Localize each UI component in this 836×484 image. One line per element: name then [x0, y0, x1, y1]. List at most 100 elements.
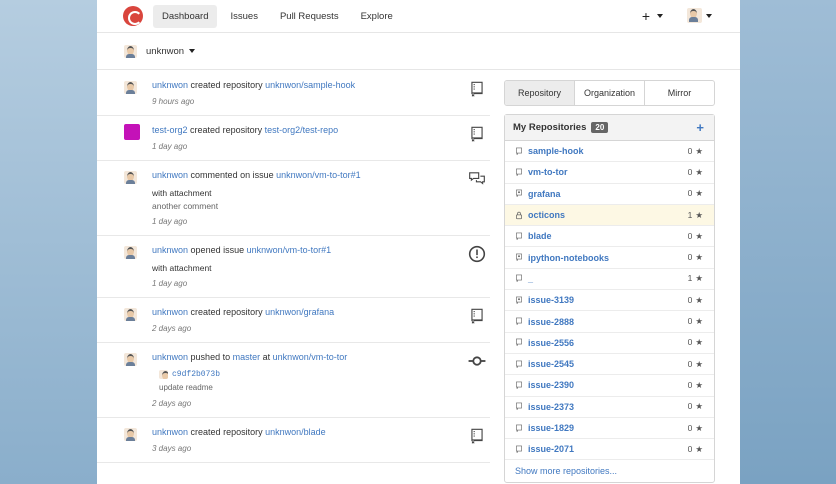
star-count-value: 0 [687, 294, 693, 305]
nav-explore[interactable]: Explore [352, 5, 402, 28]
repo-list: sample-hook 0 ★ vm-to-tor 0 ★ grafana 0 ★ octicon… [505, 141, 714, 461]
repo-star-count: 0 ★ [688, 316, 703, 327]
repo-name-link[interactable]: blade [528, 231, 552, 241]
feed-target-link[interactable]: test-org2/test-repo [265, 125, 339, 135]
feed-target-link[interactable]: unknwon/vm-to-tor#1 [247, 245, 332, 255]
repo-name-link[interactable]: grafana [528, 189, 561, 199]
avatar [687, 8, 702, 23]
feed-branch-link[interactable]: master [233, 352, 261, 362]
desktop-background-left [0, 0, 97, 484]
repo-name-link[interactable]: issue-3139 [528, 295, 574, 305]
feed-item: unknwon created repository unknwon/grafa… [97, 298, 490, 343]
repo-name-link[interactable]: _ [528, 274, 533, 284]
star-icon: ★ [695, 358, 703, 369]
repo-list-item[interactable]: issue-2556 0 ★ [505, 333, 714, 354]
feed-target-link[interactable]: unknwon/grafana [265, 307, 334, 317]
feed-user-link[interactable]: unknwon [152, 245, 188, 255]
repo-name-link[interactable]: issue-2373 [528, 402, 574, 412]
commit-message: update readme [159, 383, 213, 392]
star-icon: ★ [695, 252, 703, 263]
show-more-repos-link[interactable]: Show more repositories... [505, 460, 714, 482]
feed-user-link[interactable]: test-org2 [152, 125, 188, 135]
feed-comment-text: with attachment [152, 188, 212, 198]
create-new-menu[interactable]: + [642, 9, 663, 23]
top-navbar: Dashboard Issues Pull Requests Explore + [97, 0, 740, 33]
feed-item: unknwon opened issue unknwon/vm-to-tor#1… [97, 236, 490, 298]
repo-list-item[interactable]: issue-2545 0 ★ [505, 354, 714, 376]
feed-item: unknwon commented on issue unknwon/vm-to… [97, 161, 490, 236]
repo-list-item[interactable]: issue-1829 0 ★ [505, 418, 714, 440]
repo-name-link[interactable]: issue-2556 [528, 338, 574, 348]
star-count-value: 0 [687, 145, 693, 156]
star-count-value: 0 [687, 230, 693, 241]
nav-dashboard[interactable]: Dashboard [153, 4, 218, 28]
repo-name-link[interactable]: ipython-notebooks [528, 253, 609, 263]
repo-list-item[interactable]: blade 0 ★ [505, 226, 714, 248]
repo-list-item[interactable]: issue-2071 0 ★ [505, 439, 714, 461]
gogs-logo-icon[interactable] [123, 6, 143, 26]
user-menu[interactable] [687, 8, 712, 23]
avatar[interactable] [124, 246, 137, 259]
repo-name-link[interactable]: issue-2888 [528, 317, 574, 327]
tab-repository[interactable]: Repository [505, 81, 574, 105]
star-count-value: 0 [687, 252, 693, 263]
repo-name-link[interactable]: sample-hook [528, 146, 584, 156]
feed-user-link[interactable]: unknwon [152, 170, 188, 180]
context-switcher[interactable]: unknwon [97, 33, 740, 70]
feed-user-link[interactable]: unknwon [152, 352, 188, 362]
repo-name-link[interactable]: octicons [528, 210, 565, 220]
feed-action: created repository [190, 307, 263, 317]
nav-issues[interactable]: Issues [221, 5, 266, 28]
repo-list-item[interactable]: issue-2390 0 ★ [505, 375, 714, 397]
repo-list-item[interactable]: issue-3139 0 ★ [505, 290, 714, 312]
repo-list-item[interactable]: _ 1 ★ [505, 269, 714, 291]
star-count-value: 0 [687, 316, 693, 327]
feed-user-link[interactable]: unknwon [152, 80, 188, 90]
tab-mirror[interactable]: Mirror [644, 81, 714, 105]
feed-at: at [262, 352, 271, 362]
repo-icon [515, 147, 528, 156]
repo-name-link[interactable]: issue-2071 [528, 444, 574, 454]
repo-list-item[interactable]: issue-2888 0 ★ [505, 311, 714, 333]
repo-star-count: 0 ★ [688, 167, 703, 178]
show-more-label[interactable]: Show more repositories... [515, 466, 617, 476]
avatar[interactable] [124, 308, 137, 321]
nav-pull-requests[interactable]: Pull Requests [271, 5, 348, 28]
repo-name-link[interactable]: issue-2545 [528, 359, 574, 369]
feed-user-link[interactable]: unknwon [152, 427, 188, 437]
repo-list-item[interactable]: ipython-notebooks 0 ★ [505, 247, 714, 269]
repo-list-item[interactable]: issue-2373 0 ★ [505, 397, 714, 418]
caret-down-icon [657, 13, 663, 18]
avatar[interactable] [124, 81, 137, 94]
repo-name-link[interactable]: issue-1829 [528, 423, 574, 433]
repo-star-count: 1 ★ [688, 273, 703, 284]
tab-organization[interactable]: Organization [574, 81, 644, 105]
issue-opened-icon [468, 245, 486, 263]
add-repo-plus-icon[interactable]: + [696, 120, 704, 135]
avatar[interactable] [124, 124, 140, 140]
feed-target-link[interactable]: unknwon/sample-hook [265, 80, 355, 90]
feed-target-link[interactable]: unknwon/vm-to-tor#1 [276, 170, 361, 180]
avatar[interactable] [124, 171, 137, 184]
repo-icon [515, 338, 528, 347]
star-icon: ★ [695, 294, 703, 305]
feed-target-link[interactable]: unknwon/vm-to-tor [273, 352, 348, 362]
repo-name-link[interactable]: vm-to-tor [528, 167, 568, 177]
activity-feed: unknwon created repository unknwon/sampl… [97, 71, 490, 463]
repo-icon [515, 445, 528, 454]
avatar[interactable] [124, 428, 137, 441]
repo-icon [515, 424, 528, 433]
avatar[interactable] [124, 353, 137, 366]
feed-target-link[interactable]: unknwon/blade [265, 427, 326, 437]
star-count-value: 0 [687, 379, 693, 390]
repo-list-item[interactable]: vm-to-tor 0 ★ [505, 162, 714, 184]
repo-name-link[interactable]: issue-2390 [528, 380, 574, 390]
repo-star-count: 0 ★ [688, 380, 703, 391]
repo-list-item[interactable]: grafana 0 ★ [505, 184, 714, 205]
repo-list-item[interactable]: sample-hook 0 ★ [505, 141, 714, 163]
feed-user-link[interactable]: unknwon [152, 307, 188, 317]
star-icon: ★ [695, 379, 703, 390]
commit-sha-link[interactable]: c9df2b073b [172, 370, 220, 379]
repo-list-item[interactable]: octicons 1 ★ [505, 204, 714, 227]
star-icon: ★ [695, 230, 703, 241]
